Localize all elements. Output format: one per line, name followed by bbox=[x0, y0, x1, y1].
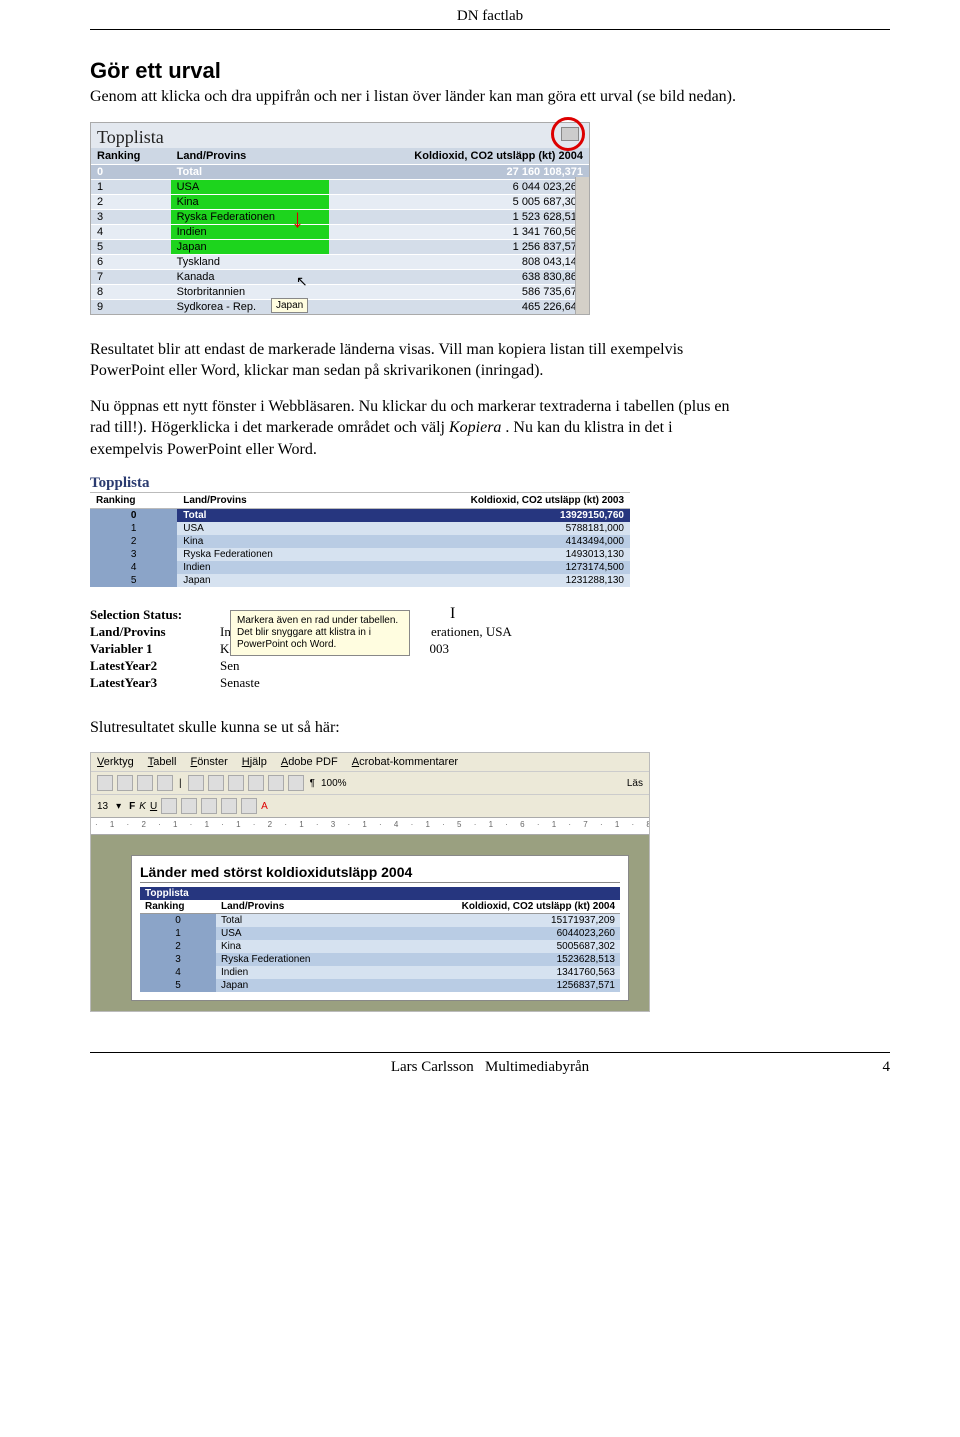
col-ranking[interactable]: Ranking bbox=[91, 148, 171, 165]
table-row: 2Kina5005687,302 bbox=[140, 940, 620, 953]
yellow-tip-annotation: Markera även en rad under tabellen. Det … bbox=[230, 610, 410, 656]
table-row[interactable]: 7Kanada638 830,863 bbox=[91, 269, 589, 284]
col-land-2: Land/Provins bbox=[177, 492, 349, 508]
table-row: 5Japan1256837,571 bbox=[140, 979, 620, 992]
read-button[interactable]: Läs bbox=[627, 778, 643, 789]
word-document-area: Länder med störst koldioxidutsläpp 2004 … bbox=[91, 835, 649, 1011]
table3-title: Topplista bbox=[140, 887, 620, 900]
toolbar-button[interactable] bbox=[221, 798, 237, 814]
table-topplista-3: Topplista Ranking Land/Provins Koldioxid… bbox=[140, 887, 620, 992]
page-footer: Lars Carlsson Multimediabyrån 4 bbox=[90, 1053, 890, 1082]
word-toolbar-2: 13 ▾ F K U A bbox=[91, 794, 649, 817]
screenshot-word-result: Verktyg Tabell Fönster Hjälp Adobe PDF Acroba… bbox=[90, 752, 650, 1012]
toolbar-button[interactable] bbox=[208, 775, 224, 791]
panel-title: Topplista bbox=[97, 127, 164, 147]
col-co2[interactable]: Koldioxid, CO2 utsläpp (kt) 2004 bbox=[329, 148, 589, 165]
word-menubar: Verktyg Tabell Fönster Hjälp Adobe PDF Acroba… bbox=[91, 753, 649, 771]
toolbar-button[interactable] bbox=[137, 775, 153, 791]
menu-item[interactable]: Acrobat-kommentarer bbox=[352, 756, 458, 768]
panel-title-2: Topplista bbox=[90, 475, 149, 491]
toolbar-button[interactable] bbox=[181, 798, 197, 814]
mouse-cursor-icon: ↖ bbox=[296, 273, 308, 290]
scrollbar[interactable] bbox=[575, 177, 589, 314]
red-arrow-annotation: ↓ bbox=[291, 203, 304, 234]
menu-item[interactable]: Tabell bbox=[148, 756, 177, 768]
bold-button[interactable]: F bbox=[129, 801, 135, 812]
table-row[interactable]: 8Storbritannien586 735,677 bbox=[91, 284, 589, 299]
table-row[interactable]: 5Japan1231288,130 bbox=[90, 574, 630, 587]
menu-item[interactable]: Fönster bbox=[190, 756, 227, 768]
text-cursor-icon: I bbox=[450, 605, 455, 623]
status-row: LatestYear2Sen bbox=[90, 658, 630, 674]
page-number: 4 bbox=[883, 1059, 891, 1076]
col-co2-2: Koldioxid, CO2 utsläpp (kt) 2003 bbox=[349, 492, 630, 508]
table-row[interactable]: 0Total27 160 108,371 bbox=[91, 164, 589, 179]
table-topplista-2: Ranking Land/Provins Koldioxid, CO2 utsl… bbox=[90, 492, 630, 587]
font-size-value[interactable]: 13 bbox=[97, 801, 108, 812]
table-row[interactable]: 3Ryska Federationen1493013,130 bbox=[90, 548, 630, 561]
word-page: Länder med störst koldioxidutsläpp 2004 … bbox=[131, 855, 629, 1001]
panel-titlebar: Topplista bbox=[91, 123, 589, 148]
screenshot-topplista-selection: Topplista Ranking Land/Provins Koldioxid… bbox=[90, 122, 590, 315]
col-co2-3: Koldioxid, CO2 utsläpp (kt) 2004 bbox=[369, 900, 620, 914]
table-row[interactable]: 4Indien1273174,500 bbox=[90, 561, 630, 574]
menu-item[interactable]: Hjälp bbox=[242, 756, 267, 768]
col-land[interactable]: Land/Provins bbox=[171, 148, 330, 165]
toolbar-button[interactable] bbox=[97, 775, 113, 791]
table-row[interactable]: 3Ryska Federationen1 523 628,513 bbox=[91, 209, 589, 224]
screenshot-browser-selection: Topplista Ranking Land/Provins Koldioxid… bbox=[90, 475, 630, 691]
status-row: LatestYear3Senaste bbox=[90, 675, 630, 691]
table-row[interactable]: 2Kina4143494,000 bbox=[90, 535, 630, 548]
hover-tooltip: Japan bbox=[271, 298, 308, 313]
copy-instructions-paragraph: Nu öppnas ett nytt fönster i Webbläsaren… bbox=[90, 396, 740, 461]
table-row[interactable]: 1USA6 044 023,260 bbox=[91, 179, 589, 194]
table-row[interactable]: 4Indien1 341 760,563 bbox=[91, 224, 589, 239]
page-header: DN factlab bbox=[90, 0, 890, 29]
zoom-value[interactable]: 100% bbox=[321, 778, 347, 789]
toolbar-button[interactable] bbox=[241, 798, 257, 814]
toolbar-button[interactable] bbox=[188, 775, 204, 791]
intro-paragraph: Genom att klicka och dra uppifrån och ne… bbox=[90, 86, 740, 108]
footer-org: Multimediabyrån bbox=[485, 1059, 589, 1076]
table-row[interactable]: 5Japan1 256 837,571 bbox=[91, 239, 589, 254]
final-result-paragraph: Slutresultatet skulle kunna se ut så här… bbox=[90, 717, 740, 739]
word-ruler[interactable]: · 1 · 2 · 1 · 1 · 1 · 2 · 1 · 3 · 1 · 4 … bbox=[91, 817, 649, 835]
header-rule bbox=[90, 29, 890, 30]
col-ranking-2: Ranking bbox=[90, 492, 177, 508]
italic-button[interactable]: K bbox=[139, 801, 146, 812]
table-row: 3Ryska Federationen1523628,513 bbox=[140, 953, 620, 966]
doc-heading: Länder med störst koldioxidutsläpp 2004 bbox=[140, 864, 620, 883]
header-title: DN factlab bbox=[457, 8, 523, 24]
toolbar-button[interactable] bbox=[201, 798, 217, 814]
toolbar-button[interactable] bbox=[288, 775, 304, 791]
section-heading: Gör ett urval bbox=[90, 58, 890, 84]
table-row[interactable]: 9Sydkorea - Rep.465 226,641 bbox=[91, 299, 589, 314]
toolbar-button[interactable] bbox=[161, 798, 177, 814]
table-row[interactable]: 6Tyskland808 043,148 bbox=[91, 254, 589, 269]
underline-button[interactable]: U bbox=[150, 801, 157, 812]
toolbar-button[interactable] bbox=[248, 775, 264, 791]
table-row[interactable]: 1USA5788181,000 bbox=[90, 522, 630, 535]
menu-item[interactable]: Verktyg bbox=[97, 756, 134, 768]
word-toolbar-1: | ¶ 100% Läs bbox=[91, 771, 649, 794]
printer-icon[interactable] bbox=[561, 127, 579, 141]
table-row: 1USA6044023,260 bbox=[140, 927, 620, 940]
table-row: 4Indien1341760,563 bbox=[140, 966, 620, 979]
col-land-3: Land/Provins bbox=[216, 900, 369, 914]
toolbar-button[interactable] bbox=[117, 775, 133, 791]
table-row[interactable]: 0Total13929150,760 bbox=[90, 508, 630, 522]
table-row[interactable]: 2Kina5 005 687,302 bbox=[91, 194, 589, 209]
toolbar-button[interactable] bbox=[157, 775, 173, 791]
footer-author: Lars Carlsson bbox=[391, 1059, 474, 1076]
result-paragraph: Resultatet blir att endast de markerade … bbox=[90, 339, 740, 382]
col-ranking-3: Ranking bbox=[140, 900, 216, 914]
table-row: 0Total15171937,209 bbox=[140, 914, 620, 928]
toolbar-button[interactable] bbox=[228, 775, 244, 791]
table-topplista-1: Ranking Land/Provins Koldioxid, CO2 utsl… bbox=[91, 148, 589, 314]
menu-item[interactable]: Adobe PDF bbox=[281, 756, 338, 768]
toolbar-button[interactable] bbox=[268, 775, 284, 791]
